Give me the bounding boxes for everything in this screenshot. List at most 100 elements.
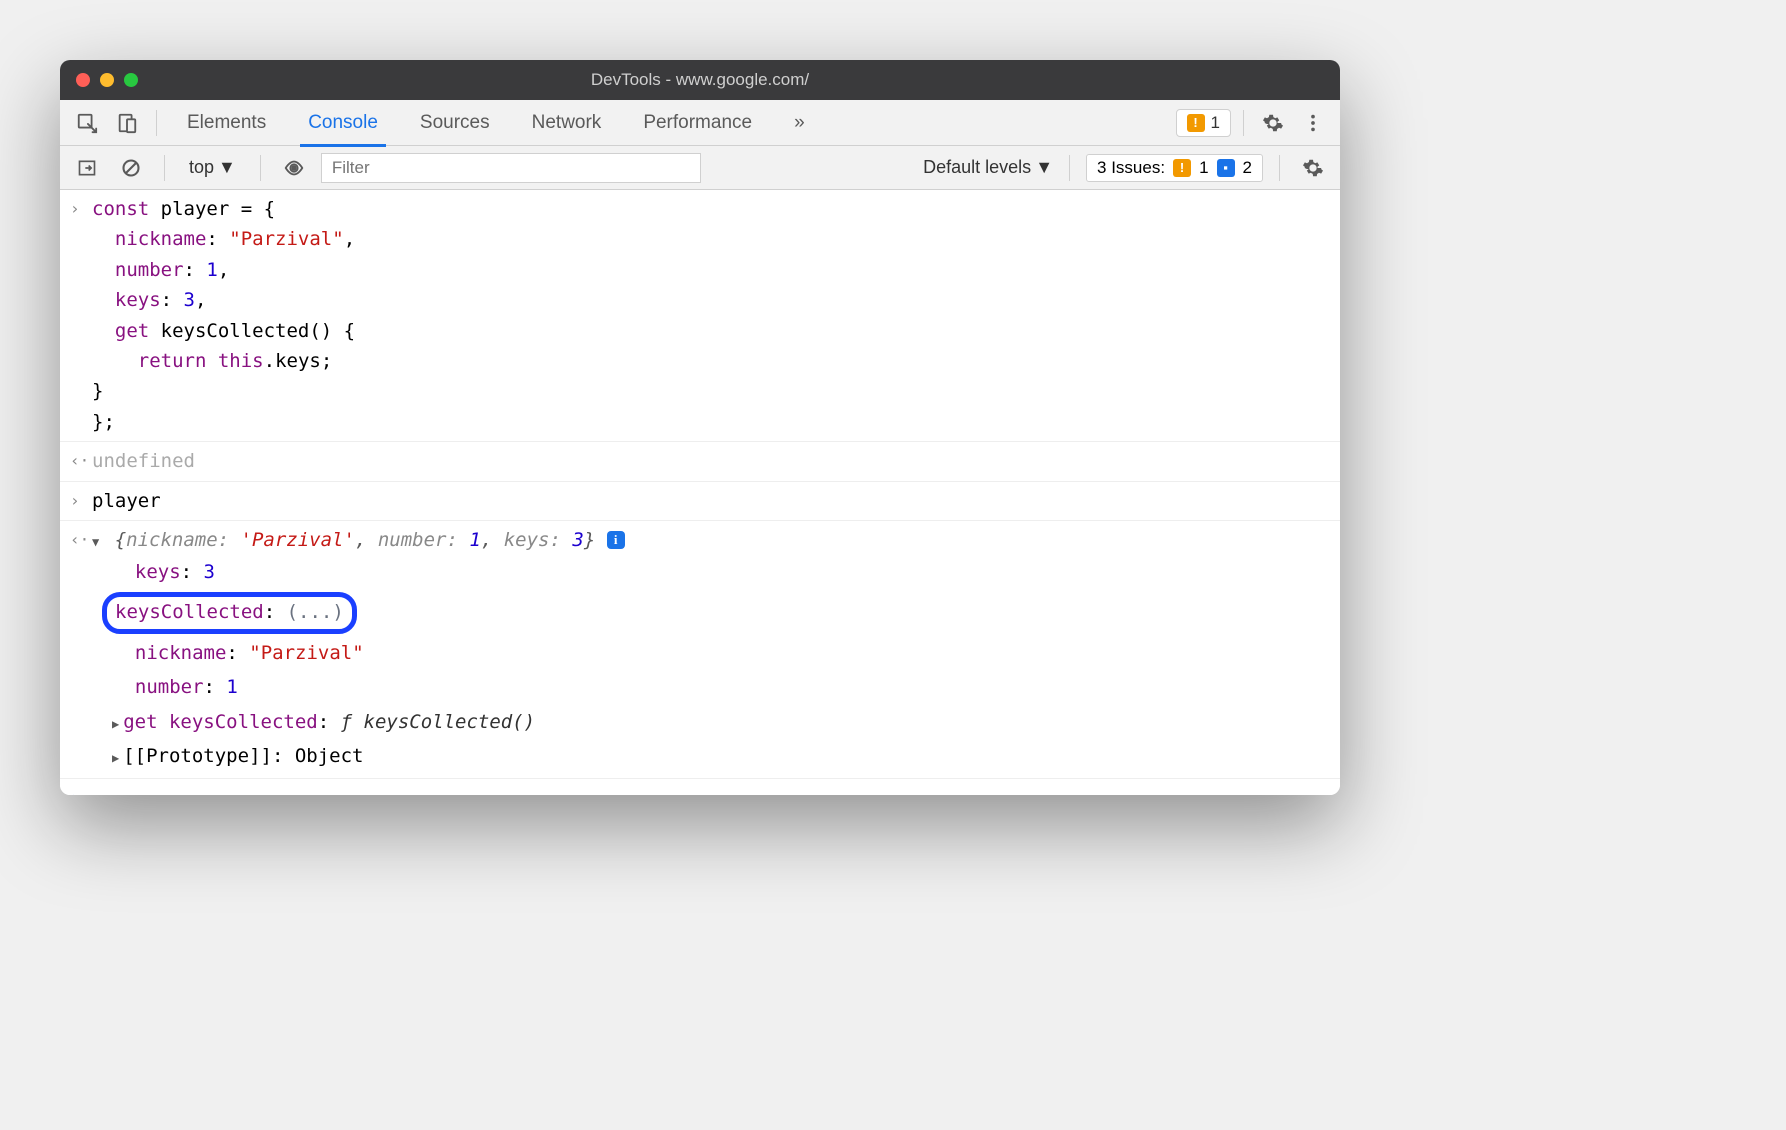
tab-elements[interactable]: Elements	[169, 100, 284, 146]
token-number: 1	[206, 259, 217, 281]
warning-icon: !	[1173, 159, 1191, 177]
token-text: }	[92, 376, 1330, 406]
levels-label: Default levels	[923, 157, 1031, 178]
token-keyword: return	[138, 350, 207, 372]
token-property: nickname	[115, 228, 207, 250]
tab-network[interactable]: Network	[514, 100, 620, 146]
property-row-highlighted[interactable]: keysCollected: (...)	[112, 590, 1330, 636]
issues-info-count: 2	[1243, 158, 1252, 178]
summary-key: number:	[378, 529, 458, 551]
issues-summary[interactable]: 3 Issues: ! 1 ▪ 2	[1086, 154, 1263, 182]
tab-strip: Elements Console Sources Network Perform…	[60, 100, 1340, 146]
token-text: keysCollected() {	[149, 320, 355, 342]
filter-input[interactable]	[321, 153, 701, 183]
input-marker-icon: ›	[70, 488, 80, 514]
property-key: number	[135, 676, 204, 698]
output-marker-icon: ‹·	[70, 448, 89, 474]
log-levels-selector[interactable]: Default levels ▼	[923, 157, 1053, 178]
summary-value: 'Parzival'	[241, 529, 355, 551]
separator	[156, 110, 157, 136]
property-row[interactable]: keys: 3	[112, 555, 1330, 589]
property-value: 3	[204, 561, 215, 583]
toggle-sidebar-icon[interactable]	[70, 151, 104, 185]
property-key: keys	[135, 561, 181, 583]
clear-console-icon[interactable]	[114, 151, 148, 185]
output-marker-icon: ‹·	[70, 527, 89, 553]
expand-toggle[interactable]	[92, 529, 103, 551]
code-text: player	[92, 490, 161, 512]
tab-performance[interactable]: Performance	[625, 100, 770, 146]
function-f-icon: ƒ	[341, 711, 352, 733]
more-menu-icon[interactable]	[1296, 106, 1330, 140]
summary-value: 1	[469, 529, 480, 551]
console-prompt[interactable]: ›	[60, 778, 1340, 795]
inspect-element-icon[interactable]	[70, 106, 104, 140]
device-toolbar-icon[interactable]	[110, 106, 144, 140]
console-toolbar: top ▼ Default levels ▼ 3 Issues: ! 1 ▪ 2	[60, 146, 1340, 190]
tab-more[interactable]: »	[776, 100, 823, 146]
property-row[interactable]: number: 1	[112, 670, 1330, 704]
property-key: [[Prototype]]	[123, 745, 272, 767]
separator	[164, 155, 165, 181]
badge-count: 1	[1211, 113, 1220, 133]
console-output-row: ‹· undefined	[60, 442, 1340, 481]
brace: {	[115, 529, 126, 551]
token-text: player = {	[149, 198, 275, 220]
issues-badge[interactable]: ! 1	[1176, 109, 1231, 137]
devtools-window: DevTools - www.google.com/ Elements Cons…	[60, 60, 1340, 795]
token-property: number	[115, 259, 184, 281]
summary-key: keys:	[504, 529, 561, 551]
separator	[260, 155, 261, 181]
tab-sources[interactable]: Sources	[402, 100, 508, 146]
console-output-row: ‹· {nickname: 'Parzival', number: 1, key…	[60, 521, 1340, 778]
token-text: };	[92, 407, 1330, 437]
info-icon: ▪	[1217, 159, 1235, 177]
summary-key: nickname:	[126, 529, 229, 551]
console-body: › const player = { nickname: "Parzival",…	[60, 190, 1340, 795]
property-row-expandable[interactable]: [[Prototype]]: Object	[112, 739, 1330, 773]
info-icon[interactable]: i	[607, 531, 625, 549]
token-string: "Parzival"	[229, 228, 343, 250]
console-settings-icon[interactable]	[1296, 151, 1330, 185]
close-window-button[interactable]	[76, 73, 90, 87]
settings-icon[interactable]	[1256, 106, 1290, 140]
token-keyword: const	[92, 198, 149, 220]
titlebar: DevTools - www.google.com/	[60, 60, 1340, 100]
token-number: 3	[184, 289, 195, 311]
brace: }	[584, 529, 595, 551]
chevron-down-icon: ▼	[218, 157, 236, 178]
property-row-expandable[interactable]: get keysCollected: ƒ keysCollected()	[112, 705, 1330, 739]
token-this: this	[218, 350, 264, 372]
property-value: Object	[295, 745, 364, 767]
tab-console[interactable]: Console	[290, 100, 396, 146]
issues-label: 3 Issues:	[1097, 158, 1165, 178]
separator	[1243, 110, 1244, 136]
property-row[interactable]: nickname: "Parzival"	[112, 636, 1330, 670]
console-input-row: › player	[60, 482, 1340, 521]
context-label: top	[189, 157, 214, 178]
warning-icon: !	[1187, 114, 1205, 132]
property-key: keysCollected	[115, 601, 264, 623]
chevron-down-icon: ▼	[1035, 157, 1053, 178]
property-value: "Parzival"	[249, 642, 363, 664]
object-summary[interactable]: {nickname: 'Parzival', number: 1, keys: …	[115, 529, 607, 551]
summary-value: 3	[572, 529, 583, 551]
property-value: 1	[226, 676, 237, 698]
property-value-getter[interactable]: (...)	[287, 601, 344, 623]
prompt-marker-icon: ›	[70, 785, 80, 795]
live-expression-icon[interactable]	[277, 151, 311, 185]
separator	[1279, 155, 1280, 181]
context-selector[interactable]: top ▼	[181, 153, 244, 182]
token-keyword: get	[115, 320, 149, 342]
property-key: nickname	[135, 642, 227, 664]
token-property: keys	[115, 289, 161, 311]
minimize-window-button[interactable]	[100, 73, 114, 87]
console-input-row: › const player = { nickname: "Parzival",…	[60, 190, 1340, 442]
input-marker-icon: ›	[70, 196, 80, 222]
code-block: const player = { nickname: "Parzival", n…	[92, 194, 1330, 437]
undefined-value: undefined	[92, 450, 195, 472]
maximize-window-button[interactable]	[124, 73, 138, 87]
traffic-lights	[76, 73, 138, 87]
object-properties: keys: 3 keysCollected: (...) nickname: "…	[112, 555, 1330, 773]
separator	[1069, 155, 1070, 181]
